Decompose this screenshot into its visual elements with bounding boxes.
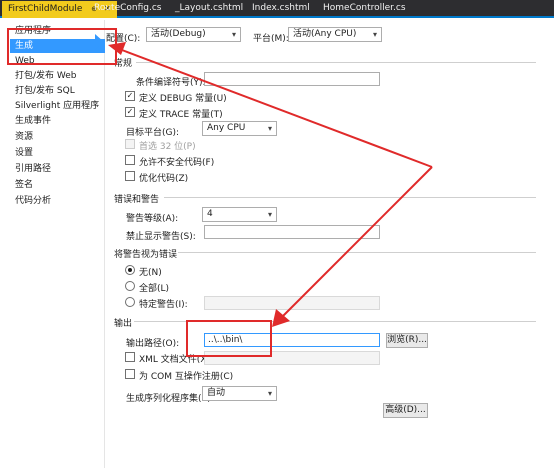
specific-warnings-input[interactable]	[204, 296, 380, 310]
conditional-symbols-label: 条件编译符号(Y):	[136, 78, 206, 88]
define-debug-checkbox[interactable]: ✓	[125, 91, 135, 101]
chevron-down-icon: ▾	[372, 30, 377, 39]
tab-label: HomeController.cs	[323, 3, 406, 13]
serialization-label: 生成序列化程序集(E):	[126, 394, 214, 404]
treat-warnings-heading: 将警告视为错误	[114, 250, 178, 260]
conditional-symbols-input[interactable]	[204, 72, 380, 86]
optimize-label: 优化代码(Z)	[139, 174, 189, 184]
allow-unsafe-label: 允许不安全代码(F)	[139, 158, 215, 168]
advanced-button[interactable]: 高级(D)...	[383, 403, 428, 418]
platform-label: 平台(M):	[253, 34, 289, 44]
warning-level-label: 警告等级(A):	[126, 214, 179, 224]
warning-level-dropdown[interactable]: 4 ▾	[202, 207, 277, 222]
tab-label: _Layout.cshtml	[175, 3, 244, 13]
nav-item-resources[interactable]: 资源	[15, 130, 33, 144]
tab-label: RouteConfig.cs	[94, 3, 162, 13]
treat-all-radio[interactable]	[125, 281, 135, 291]
section-divider	[136, 62, 536, 63]
optimize-checkbox[interactable]	[125, 171, 135, 181]
treat-all-label: 全部(L)	[139, 284, 170, 294]
tab-routeconfig[interactable]: RouteConfig.cs	[94, 3, 162, 17]
chevron-down-icon: ▾	[267, 124, 272, 133]
prefer-32bit-label: 首选 32 位(P)	[139, 142, 196, 152]
output-path-label: 输出路径(O):	[126, 339, 180, 349]
errors-heading: 错误和警告	[114, 195, 160, 205]
tab-label: FirstChildModule	[8, 4, 83, 14]
tab-homecontroller[interactable]: HomeController.cs	[323, 3, 406, 17]
annotation-box-nav	[7, 28, 117, 65]
configuration-value: 活动(Debug)	[151, 29, 206, 39]
platform-target-label: 目标平台(G):	[126, 128, 180, 138]
treat-specific-radio[interactable]	[125, 297, 135, 307]
warning-level-value: 4	[207, 209, 213, 219]
platform-target-dropdown[interactable]: Any CPU ▾	[202, 121, 277, 136]
nav-item-code-analysis[interactable]: 代码分析	[15, 194, 51, 208]
com-interop-label: 为 COM 互操作注册(C)	[139, 372, 234, 382]
property-pages-nav: 应用程序 生成 Web 打包/发布 Web 打包/发布 SQL Silverli…	[0, 20, 105, 468]
com-interop-checkbox[interactable]	[125, 369, 135, 379]
suppress-warnings-label: 禁止显示警告(S):	[126, 232, 196, 242]
tab-label: Index.cshtml	[252, 3, 310, 13]
annotation-box-output-path	[186, 320, 272, 357]
nav-item-reference-paths[interactable]: 引用路径	[15, 162, 51, 176]
nav-item-package-web[interactable]: 打包/发布 Web	[15, 69, 77, 83]
define-debug-label: 定义 DEBUG 常量(U)	[139, 94, 227, 104]
tab-layout[interactable]: _Layout.cshtml	[175, 3, 243, 17]
treat-none-label: 无(N)	[139, 268, 162, 278]
treat-none-radio[interactable]	[125, 265, 135, 275]
define-trace-label: 定义 TRACE 常量(T)	[139, 110, 223, 120]
allow-unsafe-checkbox[interactable]	[125, 155, 135, 165]
chevron-down-icon: ▾	[267, 210, 272, 219]
tab-index[interactable]: Index.cshtml	[252, 3, 310, 17]
chevron-down-icon: ▾	[267, 389, 272, 398]
nav-item-silverlight[interactable]: Silverlight 应用程序	[15, 99, 99, 113]
define-trace-checkbox[interactable]: ✓	[125, 107, 135, 117]
treat-specific-label: 特定警告(I):	[139, 300, 188, 310]
serialization-value: 自动	[207, 388, 226, 398]
platform-target-value: Any CPU	[207, 123, 246, 133]
browse-button[interactable]: 浏览(R)...	[386, 333, 428, 348]
suppress-warnings-input[interactable]	[204, 225, 380, 239]
nav-item-signing[interactable]: 签名	[15, 178, 33, 192]
serialization-dropdown[interactable]: 自动 ▾	[202, 386, 277, 401]
prefer-32bit-checkbox[interactable]	[125, 139, 135, 149]
configuration-dropdown[interactable]: 活动(Debug) ▾	[146, 27, 241, 42]
platform-value: 活动(Any CPU)	[293, 29, 357, 39]
section-divider	[178, 252, 536, 253]
output-heading: 输出	[114, 319, 133, 329]
build-properties-page: 配置(C): 活动(Debug) ▾ 平台(M): 活动(Any CPU) ▾ 常规…	[106, 20, 554, 468]
xml-doc-checkbox[interactable]	[125, 352, 135, 362]
nav-item-package-sql[interactable]: 打包/发布 SQL	[15, 84, 75, 98]
nav-item-settings[interactable]: 设置	[15, 146, 33, 160]
nav-item-build-events[interactable]: 生成事件	[15, 114, 51, 128]
document-tab-strip: FirstChildModule ⊕ ✕ RouteConfig.cs _Lay…	[0, 0, 554, 18]
chevron-down-icon: ▾	[231, 30, 236, 39]
platform-dropdown[interactable]: 活动(Any CPU) ▾	[288, 27, 382, 42]
section-divider	[164, 197, 536, 198]
